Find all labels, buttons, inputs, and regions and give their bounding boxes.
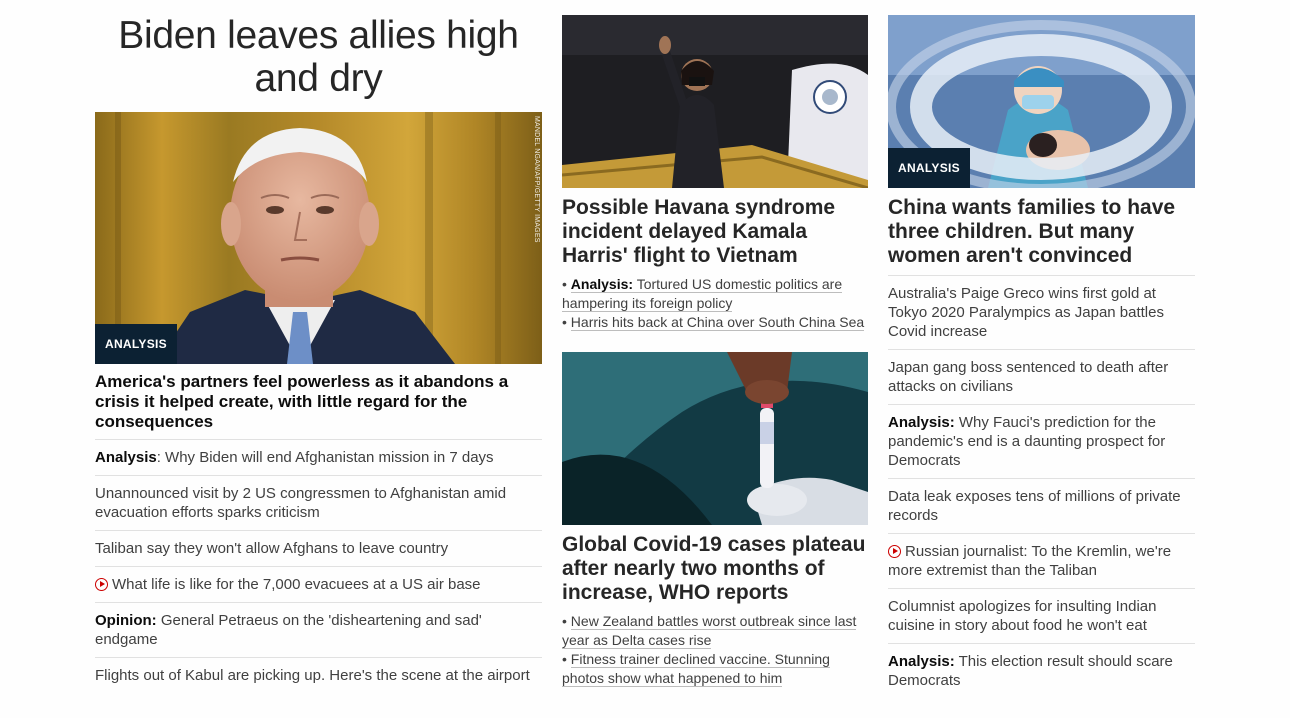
lead-headline[interactable]: America's partners feel powerless as it … [95, 372, 542, 432]
list-item[interactable]: Analysis: Why Fauci's prediction for the… [888, 404, 1195, 478]
list-item[interactable]: Unannounced visit by 2 US congressmen to… [95, 475, 542, 530]
item-text: Australia's Paige Greco wins first gold … [888, 285, 1164, 340]
list-item[interactable]: Analysis: Why Biden will end Afghanistan… [95, 439, 542, 475]
right-column: ANALYSIS China wants families to have th… [888, 0, 1195, 698]
bullet-text: New Zealand battles worst outbreak since… [562, 613, 857, 649]
item-text: Flights out of Kabul are picking up. Her… [95, 667, 530, 684]
news-page: Biden leaves allies high and dry MANDEL … [0, 0, 1290, 718]
bullet-text: Harris hits back at China over South Chi… [570, 314, 865, 331]
card2-headline[interactable]: Global Covid-19 cases plateau after near… [562, 533, 868, 605]
list-item[interactable]: Data leak exposes tens of millions of pr… [888, 478, 1195, 533]
list-item[interactable]: Flights out of Kabul are picking up. Her… [95, 657, 542, 693]
item-text: : Why Biden will end Afghanistan mission… [156, 449, 494, 466]
item-text: Russian journalist: To the Kremlin, we'r… [888, 543, 1172, 579]
item-text: Japan gang boss sentenced to death after… [888, 359, 1169, 395]
card1-bullets: • Analysis: Tortured US domestic politic… [562, 275, 868, 332]
card1-headline[interactable]: Possible Havana syndrome incident delaye… [562, 196, 868, 268]
play-circle-icon [95, 578, 108, 591]
covid-test-image [562, 352, 868, 525]
right-list: Australia's Paige Greco wins first gold … [888, 275, 1195, 698]
lead-photo[interactable]: MANDEL NGAN/AFP/GETTY IMAGES ANALYSIS [95, 112, 542, 364]
item-text: Columnist apologizes for insulting India… [888, 598, 1157, 634]
covid-test-photo[interactable] [562, 352, 868, 525]
list-item[interactable]: Analysis: This election result should sc… [888, 643, 1195, 698]
bullet-text: Fitness trainer declined vaccine. Stunni… [562, 651, 830, 687]
lead-related-list: Analysis: Why Biden will end Afghanistan… [95, 439, 542, 693]
lead-story: Biden leaves allies high and dry MANDEL … [95, 0, 542, 693]
analysis-badge: ANALYSIS [888, 148, 970, 188]
middle-column: Possible Havana syndrome incident delaye… [562, 0, 868, 688]
list-item[interactable]: Australia's Paige Greco wins first gold … [888, 275, 1195, 349]
play-circle-icon [888, 545, 901, 558]
bullet-item[interactable]: • Harris hits back at China over South C… [562, 313, 868, 332]
item-text: Unannounced visit by 2 US congressmen to… [95, 485, 507, 521]
list-item[interactable]: Columnist apologizes for insulting India… [888, 588, 1195, 643]
list-item[interactable]: Taliban say they won't allow Afghans to … [95, 530, 542, 566]
item-prefix: Analysis: [888, 414, 955, 431]
bullet-item[interactable]: • New Zealand battles worst outbreak sin… [562, 612, 868, 650]
card2-bullets: • New Zealand battles worst outbreak sin… [562, 612, 868, 688]
harris-image [562, 15, 868, 188]
harris-photo[interactable] [562, 15, 868, 188]
china-photo[interactable]: ANALYSIS [888, 15, 1195, 188]
list-item[interactable]: What life is like for the 7,000 evacuees… [95, 566, 542, 602]
lead-title[interactable]: Biden leaves allies high and dry [95, 14, 542, 100]
item-prefix: Opinion: [95, 612, 157, 629]
bullet-item[interactable]: • Fitness trainer declined vaccine. Stun… [562, 650, 868, 688]
bullet-prefix: Analysis: [570, 276, 634, 292]
right-headline[interactable]: China wants families to have three child… [888, 196, 1195, 268]
item-prefix: Analysis: [888, 653, 955, 670]
list-item[interactable]: Russian journalist: To the Kremlin, we'r… [888, 533, 1195, 588]
photo-credit: MANDEL NGAN/AFP/GETTY IMAGES [533, 116, 540, 243]
list-item[interactable]: Opinion: General Petraeus on the 'dishea… [95, 602, 542, 657]
analysis-badge: ANALYSIS [95, 324, 177, 364]
bullet-item[interactable]: • Analysis: Tortured US domestic politic… [562, 275, 868, 313]
item-text: What life is like for the 7,000 evacuees… [112, 576, 481, 593]
item-prefix: Analysis [95, 449, 157, 466]
list-item[interactable]: Japan gang boss sentenced to death after… [888, 349, 1195, 404]
item-text: Taliban say they won't allow Afghans to … [95, 540, 449, 557]
item-text: Data leak exposes tens of millions of pr… [888, 488, 1181, 524]
